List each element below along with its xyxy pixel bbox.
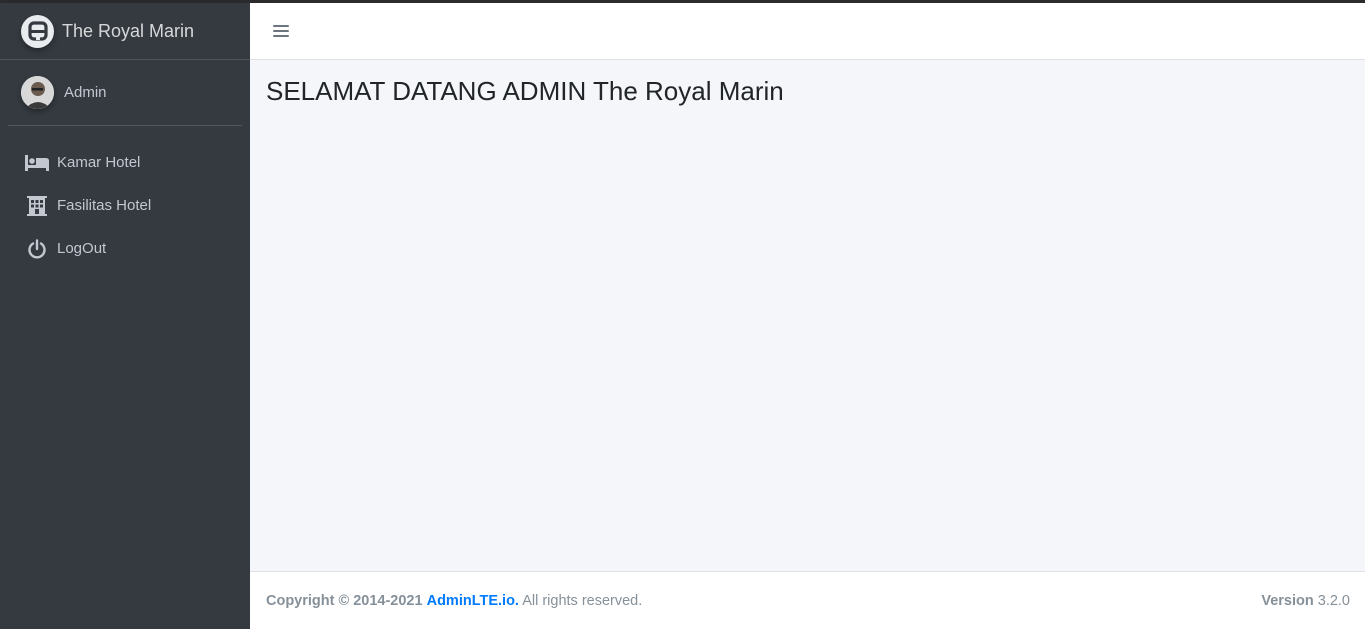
sidebar-item-label: Fasilitas Hotel — [57, 197, 152, 214]
sidebar-item-label: LogOut — [57, 240, 107, 257]
brand-link[interactable]: The Royal Marin — [0, 3, 250, 60]
sidebar-nav: Kamar Hotel Fasilitas Hotel LogOut — [0, 141, 250, 270]
footer-copyright: Copyright © 2014-2021 AdminLTE.io. All r… — [266, 593, 642, 609]
power-icon — [25, 238, 49, 259]
adminlte-logo-icon — [21, 14, 54, 48]
page-title: SELAMAT DATANG ADMIN The Royal Marin — [266, 76, 784, 106]
main-footer: Copyright © 2014-2021 AdminLTE.io. All r… — [250, 571, 1365, 629]
rights-text: All rights reserved. — [522, 592, 643, 609]
sidebar-item-logout[interactable]: LogOut — [8, 227, 242, 270]
hamburger-menu-icon[interactable] — [273, 24, 289, 38]
user-name-link[interactable]: Admin — [64, 84, 107, 101]
user-panel: Admin — [8, 60, 242, 126]
brand-title: The Royal Marin — [62, 20, 195, 41]
version-label: Version — [1261, 592, 1314, 609]
top-navbar — [250, 3, 1365, 60]
content-wrapper: SELAMAT DATANG ADMIN The Royal Marin — [250, 60, 1365, 571]
adminlte-link[interactable]: AdminLTE.io. — [427, 593, 519, 609]
sidebar-item-kamar-hotel[interactable]: Kamar Hotel — [8, 141, 242, 184]
sidebar-item-fasilitas-hotel[interactable]: Fasilitas Hotel — [8, 184, 242, 227]
main-sidebar: The Royal Marin Admin Kamar Hotel Fasili… — [0, 3, 250, 629]
user-avatar[interactable] — [21, 76, 54, 109]
building-icon — [25, 195, 49, 216]
footer-version: Version 3.2.0 — [1261, 593, 1350, 609]
version-number: 3.2.0 — [1317, 592, 1350, 609]
sidebar-item-label: Kamar Hotel — [57, 154, 141, 171]
copyright-text: Copyright © 2014-2021 — [266, 592, 423, 609]
bed-icon — [25, 153, 49, 173]
